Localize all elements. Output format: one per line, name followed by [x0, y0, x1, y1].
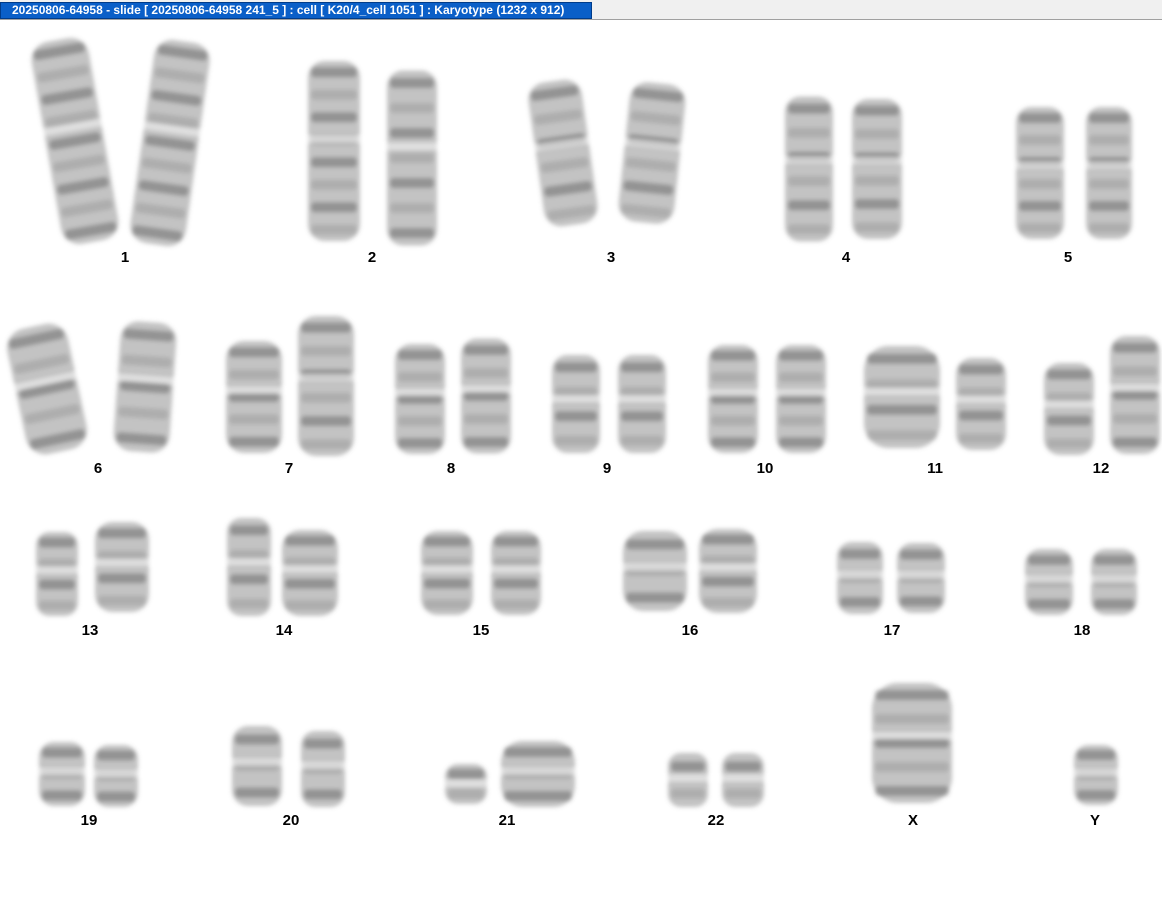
chromosome-17a	[835, 542, 885, 614]
chromosome-18a	[1023, 549, 1075, 615]
chromosome-1b	[130, 39, 210, 247]
chromosome-label-X: X	[907, 812, 918, 829]
chromosome-10a	[706, 345, 760, 453]
chromosome-8a	[393, 344, 447, 454]
window-title-tab[interactable]: 20250806-64958 - slide [ 20250806-64958 …	[0, 2, 592, 19]
chromosome-label-9: 9	[602, 460, 612, 477]
chromosome-label-10: 10	[756, 460, 774, 477]
chromosome-label-6: 6	[93, 460, 103, 477]
chromosome-label-22: 22	[707, 812, 725, 829]
chromosome-label-20: 20	[282, 812, 300, 829]
chromosome-3a	[528, 79, 598, 227]
chromosome-9a	[550, 355, 602, 453]
chromosome-4b	[850, 99, 904, 239]
chromosome-label-4: 4	[841, 249, 851, 266]
chromosome-22b	[720, 753, 766, 807]
chromosome-label-13: 13	[81, 622, 99, 639]
chromosome-21b	[499, 741, 577, 807]
chromosome-label-17: 17	[883, 622, 901, 639]
chromosome-label-19: 19	[80, 812, 98, 829]
chromosome-1a	[31, 37, 119, 245]
chromosome-2a	[306, 61, 362, 241]
chromosome-label-Y: Y	[1089, 812, 1100, 829]
chromosome-9b	[616, 355, 668, 453]
chromosome-7a	[224, 341, 284, 453]
chromosome-label-8: 8	[446, 460, 456, 477]
chromosome-22a	[666, 753, 710, 807]
chromosome-20a	[230, 726, 284, 806]
chromosome-3b	[618, 82, 686, 224]
chromosome-14a	[225, 518, 273, 616]
chromosome-13b	[93, 522, 151, 612]
chromosome-6b	[113, 321, 177, 453]
title-bar: 20250806-64958 - slide [ 20250806-64958 …	[0, 0, 1162, 20]
chromosome-20b	[299, 731, 347, 807]
chromosome-6a	[7, 323, 87, 455]
chromosome-8b	[459, 338, 513, 454]
chromosome-19a	[37, 742, 87, 806]
chromosome-7b	[296, 316, 356, 456]
chromosome-label-16: 16	[681, 622, 699, 639]
chromosome-label-21: 21	[498, 812, 516, 829]
chromosome-Xa	[870, 683, 954, 803]
chromosome-label-5: 5	[1063, 249, 1073, 266]
chromosome-label-3: 3	[606, 249, 616, 266]
chromosome-21a	[443, 764, 489, 804]
chromosome-5b	[1084, 107, 1134, 239]
chromosome-label-18: 18	[1073, 622, 1091, 639]
chromosome-label-2: 2	[367, 249, 377, 266]
chromosome-10b	[774, 345, 828, 453]
karyogram-canvas: 1 2 3 4 5 6 7 8 9 10 11 12 13 14 15 16 1…	[0, 21, 1162, 905]
chromosome-16a	[621, 531, 689, 611]
chromosome-12a	[1042, 363, 1096, 455]
chromosome-label-14: 14	[275, 622, 293, 639]
chromosome-label-11: 11	[927, 460, 943, 477]
chromosome-15a	[419, 531, 475, 615]
chromosome-label-7: 7	[284, 460, 294, 477]
chromosome-label-15: 15	[472, 622, 490, 639]
chromosome-17b	[895, 543, 947, 613]
chromosome-19b	[92, 745, 140, 807]
chromosome-label-12: 12	[1092, 460, 1110, 477]
chromosome-4a	[783, 96, 835, 242]
chromosome-15b	[489, 531, 543, 615]
chromosome-label-1: 1	[120, 249, 130, 266]
chromosome-2b	[385, 70, 439, 246]
chromosome-11a	[862, 346, 942, 448]
chromosome-16b	[697, 529, 759, 613]
chromosome-11b	[954, 358, 1008, 450]
chromosome-18b	[1089, 549, 1139, 615]
chromosome-13a	[34, 532, 80, 616]
chromosome-14b	[280, 530, 340, 616]
chromosome-12b	[1108, 336, 1162, 454]
chromosome-Ya	[1072, 745, 1120, 805]
chromosome-5a	[1014, 107, 1066, 239]
